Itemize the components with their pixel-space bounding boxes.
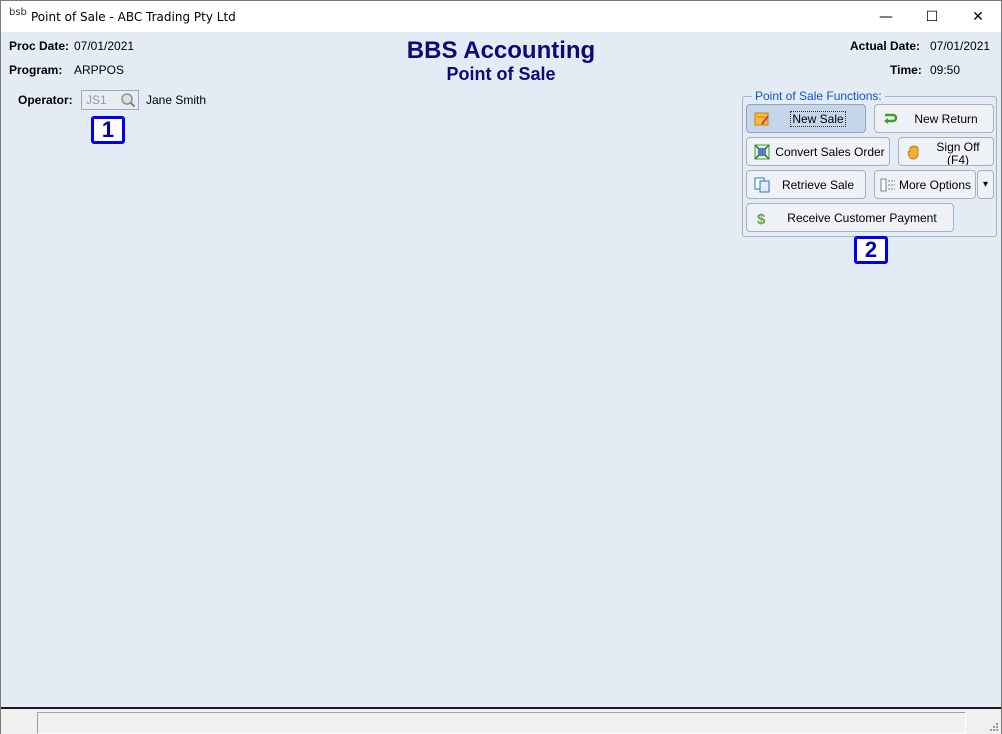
- pos-functions-legend: Point of Sale Functions:: [752, 90, 885, 103]
- svg-text:$: $: [757, 211, 766, 226]
- time-value: 09:50: [930, 63, 961, 77]
- close-button[interactable]: ✕: [955, 1, 1001, 32]
- sign-off-button[interactable]: Sign Off (F4): [898, 137, 994, 166]
- operator-label: Operator:: [18, 93, 73, 107]
- time-label: Time:: [890, 63, 922, 77]
- search-icon[interactable]: [120, 92, 136, 108]
- retrieve-documents-icon: [753, 176, 771, 194]
- more-options-label: More Options: [899, 177, 972, 192]
- new-sale-button[interactable]: New Sale: [746, 104, 866, 133]
- convert-sales-order-label: Convert Sales Order: [775, 144, 885, 159]
- resize-grip-icon[interactable]: [989, 722, 999, 732]
- minimize-button[interactable]: —: [863, 1, 909, 32]
- sign-off-shortcut: (F4): [947, 153, 969, 166]
- new-return-button[interactable]: New Return: [874, 104, 994, 133]
- more-options-button[interactable]: More Options: [874, 170, 976, 199]
- annotation-marker-1: 1: [91, 116, 125, 144]
- convert-icon: [753, 143, 771, 161]
- options-list-icon: [879, 176, 897, 194]
- receive-customer-payment-button[interactable]: $ Receive Customer Payment: [746, 203, 954, 232]
- operator-code-field[interactable]: JS1: [81, 90, 139, 110]
- app-icon: bsb: [9, 6, 27, 18]
- window-controls: — ☐ ✕: [863, 1, 1001, 32]
- actual-date-label: Actual Date:: [850, 39, 921, 53]
- status-bar: [1, 707, 1001, 734]
- new-sale-label: New Sale: [790, 110, 846, 127]
- page-subtitle: Point of Sale: [446, 64, 556, 84]
- receive-customer-payment-label: Receive Customer Payment: [787, 210, 937, 225]
- pos-window: bsb Point of Sale - ABC Trading Pty Ltd …: [0, 0, 1002, 734]
- retrieve-sale-button[interactable]: Retrieve Sale: [746, 170, 866, 199]
- convert-sales-order-button[interactable]: Convert Sales Order: [746, 137, 890, 166]
- actual-date-value: 07/01/2021: [930, 39, 991, 53]
- title-bar: bsb Point of Sale - ABC Trading Pty Ltd …: [1, 1, 1001, 32]
- operator-name: Jane Smith: [146, 93, 207, 107]
- operator-code-value: JS1: [86, 93, 107, 107]
- more-options-dropdown[interactable]: ▾: [977, 170, 994, 199]
- annotation-marker-2: 2: [854, 236, 888, 264]
- new-return-label: New Return: [914, 111, 978, 126]
- maximize-button[interactable]: ☐: [909, 1, 955, 32]
- window-title: Point of Sale - ABC Trading Pty Ltd: [31, 9, 236, 24]
- hand-stop-icon: [905, 143, 923, 161]
- dollar-icon: $: [753, 209, 771, 227]
- retrieve-sale-label: Retrieve Sale: [781, 177, 855, 192]
- status-panel: [37, 712, 966, 734]
- return-arrow-icon: [881, 110, 899, 128]
- new-sale-icon: [753, 110, 771, 128]
